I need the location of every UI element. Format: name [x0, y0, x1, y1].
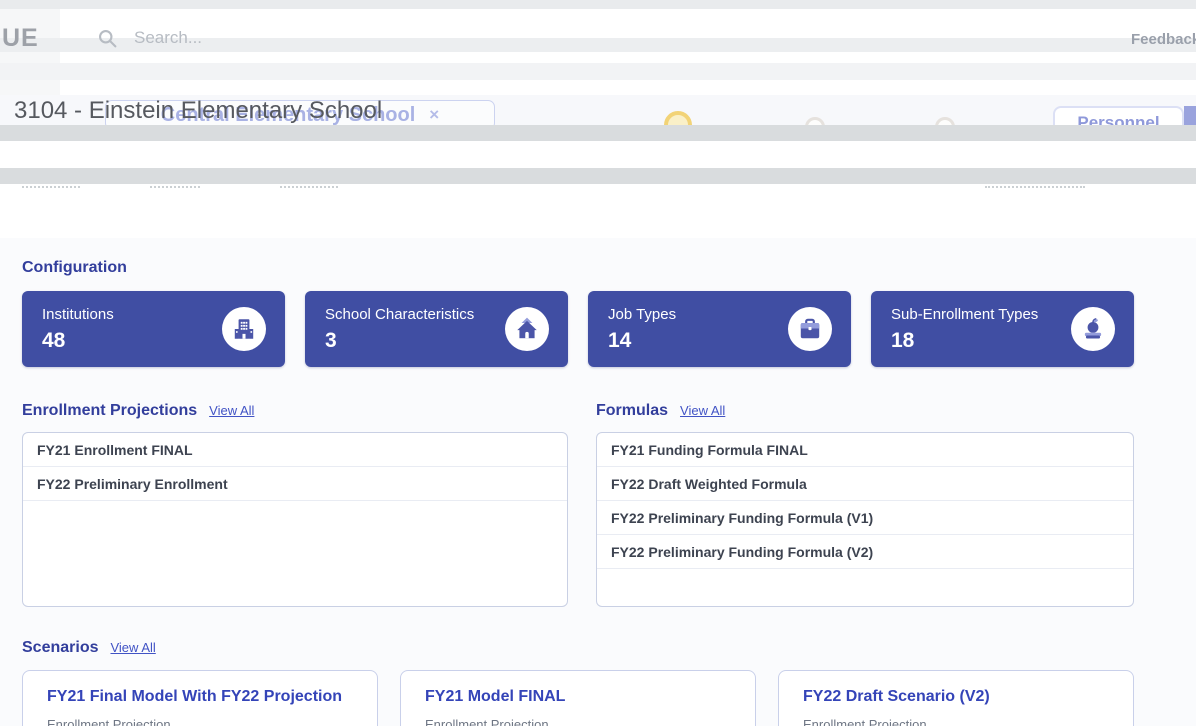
- list-item[interactable]: FY21 Funding Formula FINAL: [597, 433, 1133, 467]
- school-icon: [505, 307, 549, 351]
- top-strip: [0, 0, 1196, 9]
- page-title: 3104 - Einstein Elementary School: [14, 97, 382, 125]
- scenario-card[interactable]: FY21 Model FINAL Enrollment Projection: [400, 670, 756, 726]
- scenario-title: FY22 Draft Scenario (V2): [803, 688, 1109, 706]
- list-item[interactable]: FY22 Preliminary Funding Formula (V2): [597, 535, 1133, 569]
- scenarios-heading: Scenarios: [22, 639, 98, 657]
- stat-card-school-characteristics[interactable]: School Characteristics 3: [305, 291, 568, 367]
- search-icon: [97, 28, 118, 49]
- ghost-indigo-button[interactable]: [1184, 106, 1196, 127]
- scenario-title: FY21 Model FINAL: [425, 688, 731, 706]
- formulas-heading: Formulas: [596, 402, 668, 420]
- apple-book-icon: [1071, 307, 1115, 351]
- dashboard-content: Configuration Institutions 48: [0, 238, 1196, 726]
- stat-card-sub-enrollment-types[interactable]: Sub-Enrollment Types 18: [871, 291, 1134, 367]
- enrollment-projections-heading: Enrollment Projections: [22, 402, 197, 420]
- stat-card-label: Job Types: [608, 306, 676, 323]
- scenario-title: FY21 Final Model With FY22 Projection: [47, 688, 353, 706]
- view-all-scenarios[interactable]: View All: [110, 640, 155, 655]
- list-item[interactable]: FY22 Draft Weighted Formula: [597, 467, 1133, 501]
- scenario-subtitle: Enrollment Projection: [47, 717, 353, 726]
- header-zone: Central Elementary School × Personnel UE…: [0, 0, 1196, 238]
- scenario-subtitle: Enrollment Projection: [803, 717, 1109, 726]
- view-all-enrollment-projections[interactable]: View All: [209, 403, 254, 418]
- stat-card-value: 18: [891, 329, 914, 353]
- stat-card-value: 14: [608, 329, 631, 353]
- list-item[interactable]: FY21 Enrollment FINAL: [23, 433, 567, 467]
- stat-card-label: Institutions: [42, 306, 114, 323]
- app-logo: UE: [2, 24, 39, 53]
- list-item[interactable]: FY22 Preliminary Enrollment: [23, 467, 567, 501]
- ghost-tab-placeholder: [150, 182, 200, 188]
- app-window: Central Elementary School × Personnel UE…: [0, 0, 1196, 726]
- scenario-subtitle: Enrollment Projection: [425, 717, 731, 726]
- skeleton-bar: [0, 125, 1196, 141]
- stat-card-value: 3: [325, 329, 337, 353]
- view-all-formulas[interactable]: View All: [680, 403, 725, 418]
- stat-card-label: Sub-Enrollment Types: [891, 306, 1038, 323]
- chip-close-icon[interactable]: ×: [429, 105, 439, 125]
- ghost-tab-placeholder: [280, 182, 338, 188]
- feedback-link[interactable]: Feedback: [1131, 31, 1196, 48]
- list-item[interactable]: FY22 Preliminary Funding Formula (V1): [597, 501, 1133, 535]
- stat-card-value: 48: [42, 329, 65, 353]
- ghost-tab-placeholder: [22, 182, 80, 188]
- stat-card-institutions[interactable]: Institutions 48: [22, 291, 285, 367]
- search-input[interactable]: Search...: [134, 28, 202, 48]
- scenario-card[interactable]: FY21 Final Model With FY22 Projection En…: [22, 670, 378, 726]
- configuration-heading: Configuration: [22, 259, 127, 277]
- briefcase-icon: [788, 307, 832, 351]
- stat-card-job-types[interactable]: Job Types 14: [588, 291, 851, 367]
- header-band: [0, 63, 1196, 80]
- stat-card-label: School Characteristics: [325, 306, 474, 323]
- ghost-tab-placeholder: [985, 182, 1085, 188]
- building-icon: [222, 307, 266, 351]
- formulas-list: FY21 Funding Formula FINAL FY22 Draft We…: [596, 432, 1134, 607]
- enrollment-projections-list: FY21 Enrollment FINAL FY22 Preliminary E…: [22, 432, 568, 607]
- scenario-card[interactable]: FY22 Draft Scenario (V2) Enrollment Proj…: [778, 670, 1134, 726]
